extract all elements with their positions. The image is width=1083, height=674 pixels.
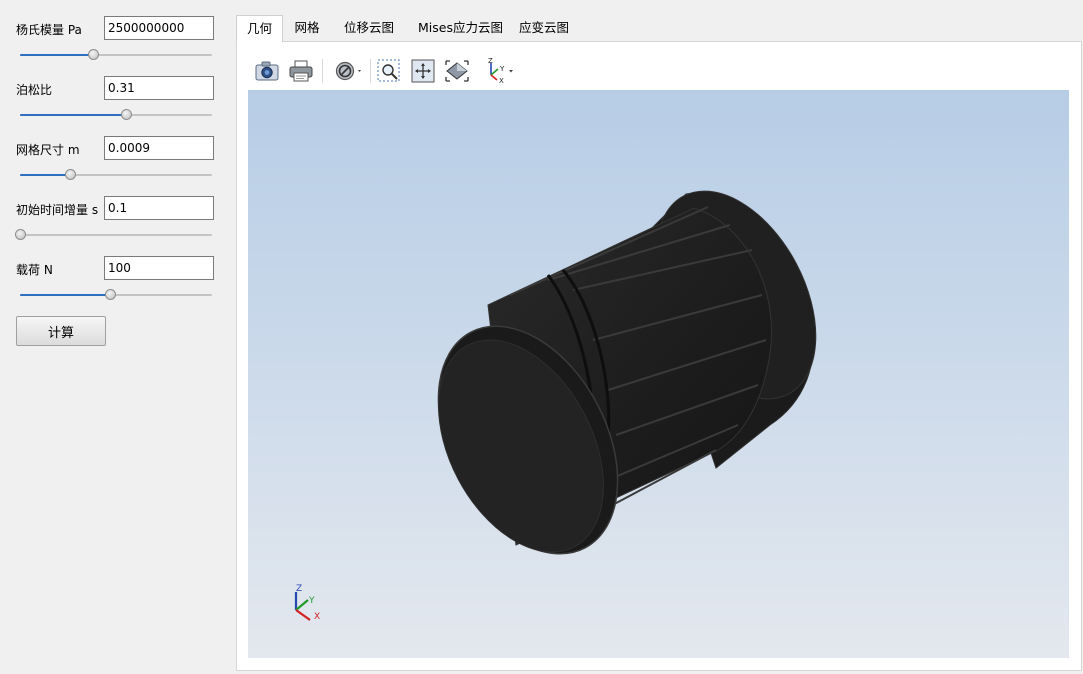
slider-fill	[20, 54, 93, 56]
tab-geometry[interactable]: 几何	[236, 15, 283, 42]
slider-fill	[20, 114, 126, 116]
svg-text:Y: Y	[499, 65, 505, 73]
mesh-size-slider[interactable]	[20, 168, 212, 182]
svg-text:Z: Z	[488, 58, 493, 65]
camera-icon[interactable]	[252, 57, 282, 85]
initial-time-increment-label: 初始时间增量 s	[16, 203, 99, 217]
axis-orientation-icon[interactable]: Z Y X	[480, 57, 518, 85]
tab-displacement[interactable]: 位移云图	[331, 15, 407, 42]
slider-fill	[20, 174, 70, 176]
poisson-ratio-input[interactable]	[104, 76, 214, 100]
poisson-ratio-slider[interactable]	[20, 108, 212, 122]
display-mode-icon[interactable]	[332, 57, 366, 85]
youngs-modulus-input[interactable]	[104, 16, 214, 40]
viewer-toolbar: Z Y X	[248, 52, 1069, 90]
youngs-modulus-label: 杨氏模量 Pa	[16, 23, 82, 37]
load-label: 载荷 N	[16, 263, 53, 277]
tab-mises-stress[interactable]: Mises应力云图	[407, 15, 514, 42]
slider-thumb[interactable]	[87, 49, 99, 60]
geometry-viewer: Z Y X Z Y X	[248, 52, 1069, 658]
initial-time-increment-slider[interactable]	[15, 228, 212, 242]
youngs-modulus-slider[interactable]	[20, 48, 212, 62]
tab-mesh[interactable]: 网格	[283, 15, 331, 42]
tab-strain[interactable]: 应变云图	[514, 15, 574, 42]
calculate-button[interactable]: 计算	[16, 316, 106, 346]
slider-thumb[interactable]	[120, 109, 132, 120]
mesh-size-input[interactable]	[104, 136, 214, 160]
zoom-box-icon[interactable]	[374, 57, 404, 85]
toolbar-separator	[322, 59, 323, 83]
load-slider[interactable]	[20, 288, 212, 302]
slider-thumb[interactable]	[105, 289, 117, 300]
print-icon[interactable]	[286, 57, 316, 85]
load-input[interactable]	[104, 256, 214, 280]
cylinder-part-model	[437, 190, 817, 555]
axis-label-y: Y	[309, 596, 315, 606]
slider-thumb[interactable]	[64, 169, 76, 180]
mesh-size-label: 网格尺寸 m	[16, 143, 80, 157]
view-direction-icon[interactable]	[442, 57, 472, 85]
3d-viewport[interactable]: Z Y X	[248, 90, 1069, 658]
fit-all-icon[interactable]	[408, 57, 438, 85]
poisson-ratio-label: 泊松比	[16, 83, 53, 97]
initial-time-increment-input[interactable]	[104, 196, 214, 220]
slider-track	[20, 234, 212, 236]
axis-label-z: Z	[296, 584, 303, 594]
axis-triad	[294, 592, 311, 621]
slider-thumb[interactable]	[15, 229, 26, 240]
slider-fill	[20, 294, 111, 296]
axis-label-x: X	[314, 612, 321, 622]
svg-text:X: X	[499, 77, 504, 84]
toolbar-separator	[370, 59, 371, 83]
